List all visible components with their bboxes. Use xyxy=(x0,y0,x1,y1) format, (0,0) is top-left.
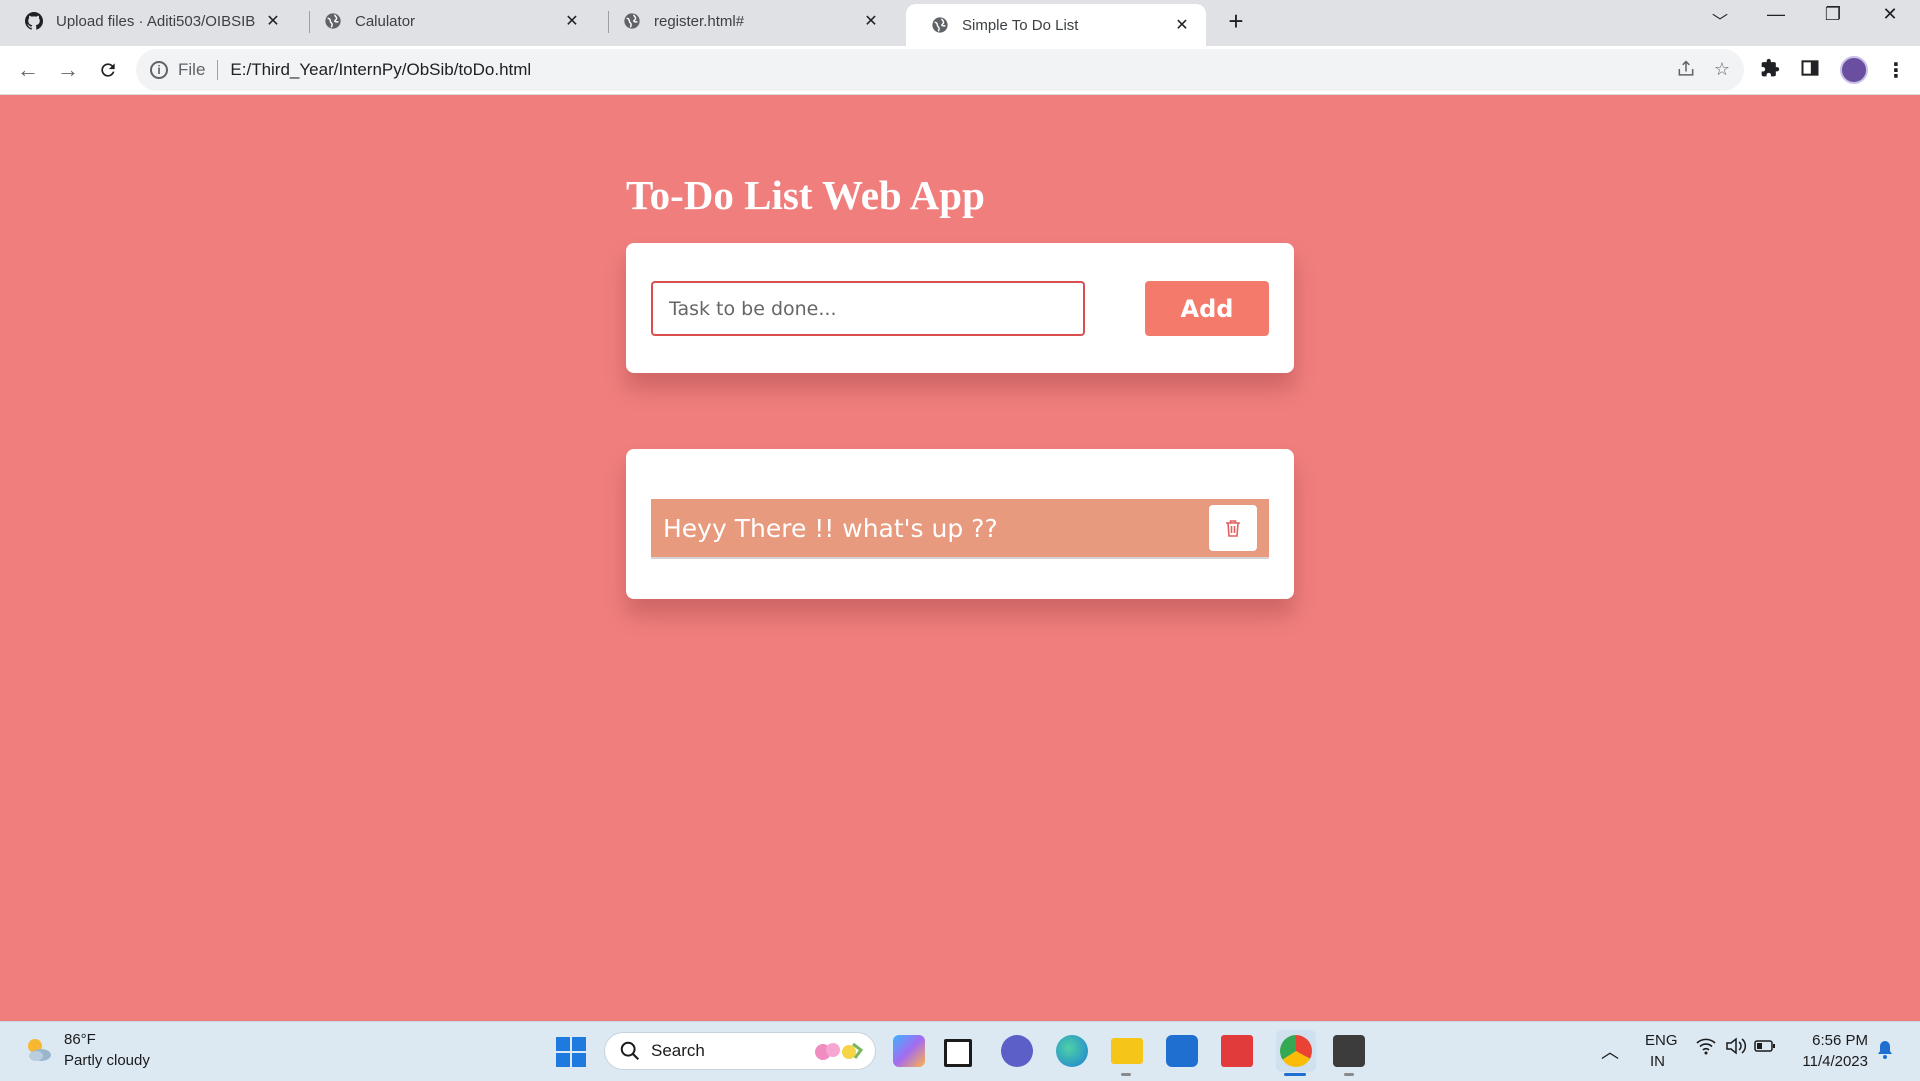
weather-description[interactable]: Partly cloudy xyxy=(64,1052,150,1069)
active-app-indicator xyxy=(1284,1073,1306,1076)
task-list-card: Heyy There !! what's up ?? xyxy=(626,449,1294,599)
profile-avatar[interactable] xyxy=(1840,56,1868,84)
weather-temperature[interactable]: 86°F xyxy=(64,1031,96,1048)
url-scheme-label: File xyxy=(178,60,206,79)
clock-date[interactable]: 11/4/2023 xyxy=(1790,1053,1868,1070)
tab-label: register.html# xyxy=(654,12,745,30)
globe-icon xyxy=(622,11,642,31)
task-list-item[interactable]: Heyy There !! what's up ?? xyxy=(651,499,1269,559)
close-icon[interactable]: ✕ xyxy=(1170,15,1194,35)
extensions-puzzle-icon[interactable] xyxy=(1760,58,1780,84)
page-viewport: To-Do List Web App Add Heyy There !! wha… xyxy=(0,95,1920,1021)
teams-chat-icon[interactable] xyxy=(1001,1035,1033,1067)
tab-label: Calulator xyxy=(355,12,416,30)
trash-icon xyxy=(1226,520,1240,537)
copilot-preview-icon[interactable] xyxy=(893,1035,925,1067)
chrome-icon[interactable] xyxy=(1280,1035,1312,1067)
minimize-button[interactable]: — xyxy=(1756,4,1796,25)
notification-bell-icon[interactable] xyxy=(1876,1040,1894,1064)
microsoft-store-icon[interactable] xyxy=(1166,1035,1198,1067)
search-icon xyxy=(620,1041,640,1061)
clock-time[interactable]: 6:56 PM xyxy=(1810,1032,1868,1049)
close-icon[interactable]: ✕ xyxy=(560,11,584,31)
globe-icon xyxy=(323,11,343,31)
language-label[interactable]: ENG xyxy=(1645,1032,1678,1049)
edge-browser-icon[interactable] xyxy=(1056,1035,1088,1067)
region-label[interactable]: IN xyxy=(1650,1053,1665,1070)
tab-label: Simple To Do List xyxy=(962,16,1079,34)
page-title: To-Do List Web App xyxy=(626,172,985,218)
tab-search-chevron-icon[interactable]: ﹀ xyxy=(1700,8,1740,32)
running-indicator xyxy=(1344,1073,1354,1076)
tab-simple-to-do-list[interactable]: Simple To Do List ✕ xyxy=(906,4,1206,46)
tab-calulator[interactable]: Calulator ✕ xyxy=(299,0,596,42)
back-arrow-icon[interactable]: ← xyxy=(14,56,42,84)
partly-cloudy-weather-icon[interactable] xyxy=(22,1034,54,1066)
volume-icon[interactable] xyxy=(1725,1037,1747,1059)
windows-start-icon[interactable] xyxy=(556,1037,586,1067)
globe-icon xyxy=(930,15,950,35)
tab-register[interactable]: register.html# ✕ xyxy=(598,0,895,42)
address-bar[interactable]: i File E:/Third_Year/InternPy/ObSib/toDo… xyxy=(136,49,1744,91)
share-icon[interactable] xyxy=(1676,59,1696,84)
taskbar-search-box[interactable]: Search xyxy=(604,1032,876,1070)
github-icon xyxy=(24,11,44,31)
browser-toolbar: ← → i File E:/Third_Year/InternPy/ObSib/… xyxy=(0,46,1920,95)
menu-kebab-icon[interactable]: ⋮ xyxy=(1886,58,1906,83)
task-view-icon[interactable] xyxy=(944,1039,972,1067)
close-window-button[interactable]: ✕ xyxy=(1870,4,1910,25)
url-text[interactable]: E:/Third_Year/InternPy/ObSib/toDo.html xyxy=(230,60,531,80)
bookmark-star-icon[interactable]: ☆ xyxy=(1714,59,1730,84)
task-input[interactable] xyxy=(651,281,1085,336)
info-icon[interactable]: i xyxy=(150,61,168,79)
tab-label: Upload files · Aditi503/OIBSIB xyxy=(56,12,256,30)
reload-icon[interactable] xyxy=(94,56,122,84)
close-icon[interactable]: ✕ xyxy=(261,11,285,31)
wifi-icon[interactable] xyxy=(1696,1037,1716,1059)
side-panel-icon[interactable] xyxy=(1800,58,1820,84)
search-label: Search xyxy=(651,1041,705,1060)
running-indicator xyxy=(1121,1073,1131,1076)
add-task-button[interactable]: Add xyxy=(1145,281,1269,336)
restore-button[interactable]: ❐ xyxy=(1813,4,1853,25)
search-highlight-decoration-icon xyxy=(815,1042,864,1060)
file-explorer-icon[interactable] xyxy=(1111,1038,1143,1064)
show-hidden-icons-chevron-icon[interactable]: ︿ xyxy=(1601,1038,1619,1064)
task-text: Heyy There !! what's up ?? xyxy=(663,513,998,543)
omnibox-divider xyxy=(217,60,219,80)
close-icon[interactable]: ✕ xyxy=(859,11,883,31)
gift-app-icon[interactable] xyxy=(1221,1035,1253,1067)
windows-taskbar: 86°F Partly cloudy Search ︿ ENG IN 6:56 … xyxy=(0,1021,1920,1081)
task-input-card: Add xyxy=(626,243,1294,373)
sublime-text-icon[interactable] xyxy=(1333,1035,1365,1067)
delete-task-button[interactable] xyxy=(1209,505,1257,551)
browser-tab-strip: Upload files · Aditi503/OIBSIB ✕ Calulat… xyxy=(0,0,1920,46)
battery-icon[interactable] xyxy=(1754,1038,1776,1058)
tab-upload-files[interactable]: Upload files · Aditi503/OIBSIB ✕ xyxy=(0,0,297,42)
forward-arrow-icon[interactable]: → xyxy=(54,56,82,84)
new-tab-button[interactable]: + xyxy=(1220,6,1252,37)
